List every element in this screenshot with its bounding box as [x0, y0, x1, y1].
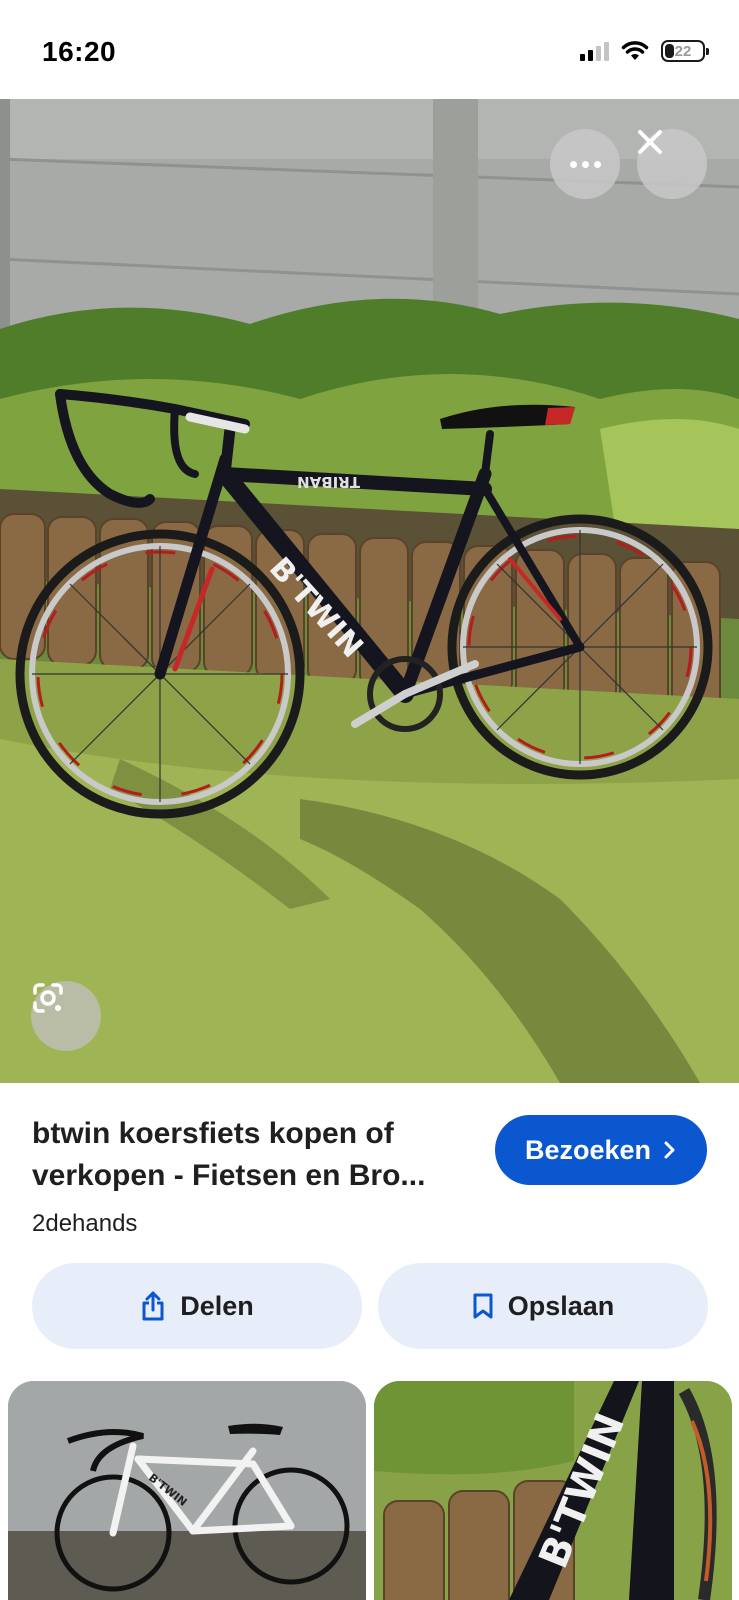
result-source: 2dehands [32, 1210, 138, 1237]
white-bike-photo: B'TWIN [8, 1381, 366, 1600]
google-lens-icon [33, 983, 63, 1013]
visit-button[interactable]: Bezoeken [495, 1115, 707, 1185]
battery-icon: 22 [661, 40, 709, 62]
more-horizontal-icon [569, 160, 601, 168]
wifi-icon [621, 41, 649, 60]
share-label: Delen [180, 1290, 254, 1321]
related-image-1[interactable]: B'TWIN [8, 1381, 366, 1600]
bicycle-photo: B'TWIN TRIBAN [0, 99, 739, 1083]
result-info: btwin koersfiets kopen of verkopen - Fie… [0, 1083, 739, 1355]
close-button[interactable] [637, 129, 707, 199]
frame-closeup-photo: B'TWIN [374, 1381, 732, 1600]
signal-icon [580, 41, 609, 61]
status-bar: 16:20 22 [0, 0, 739, 99]
save-button[interactable]: Opslaan [378, 1263, 708, 1349]
close-icon [638, 130, 662, 154]
status-icons: 22 [580, 40, 709, 62]
bookmark-icon [473, 1293, 493, 1319]
save-label: Opslaan [507, 1290, 615, 1321]
share-button[interactable]: Delen [32, 1263, 362, 1349]
battery-level: 22 [674, 42, 692, 60]
top-tube-text: TRIBAN [297, 473, 360, 491]
status-time: 16:20 [42, 36, 117, 67]
chevron-right-icon [664, 1141, 675, 1159]
result-title[interactable]: btwin koersfiets kopen of verkopen - Fie… [32, 1113, 477, 1197]
main-image[interactable]: B'TWIN TRIBAN [0, 99, 739, 1083]
share-icon [142, 1291, 164, 1321]
related-image-2[interactable]: B'TWIN [374, 1381, 732, 1600]
more-options-button[interactable] [550, 129, 620, 199]
visit-label: Bezoeken [524, 1134, 652, 1165]
lens-button[interactable] [31, 981, 101, 1051]
